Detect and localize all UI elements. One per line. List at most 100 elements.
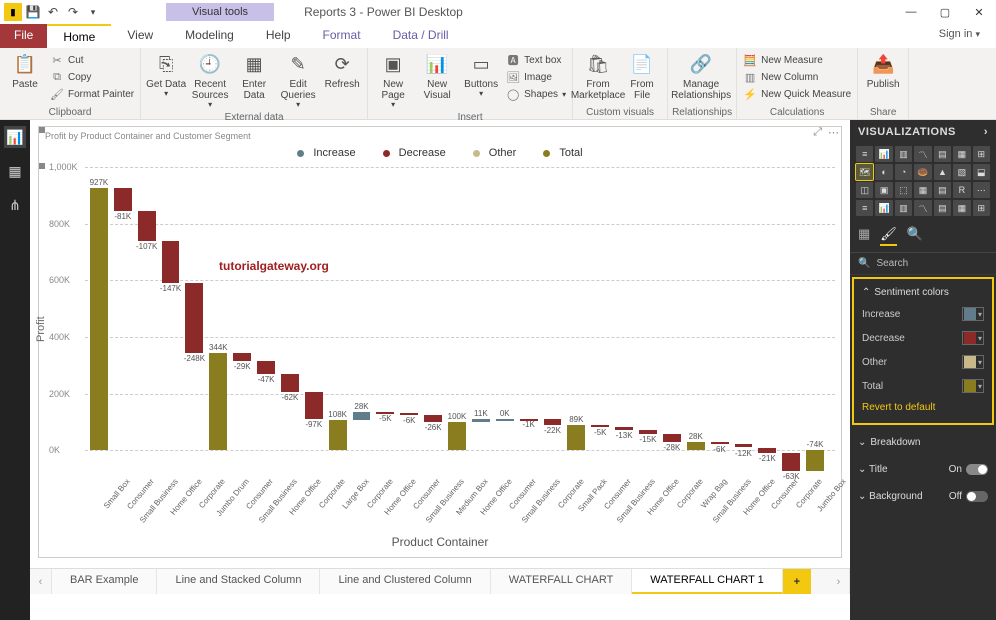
waterfall-bar[interactable] (735, 444, 753, 447)
tab-view[interactable]: View (111, 24, 169, 48)
waterfall-bar[interactable] (90, 188, 108, 451)
model-view-icon[interactable]: ⋔ (4, 194, 26, 216)
decrease-color-picker[interactable]: ▾ (962, 331, 984, 345)
viz-type-icon[interactable]: ▦ (953, 200, 970, 216)
viz-type-icon[interactable]: ▥ (895, 146, 912, 162)
viz-type-icon[interactable]: ▤ (934, 146, 951, 162)
viz-type-icon[interactable]: ▧ (953, 164, 970, 180)
waterfall-bar[interactable] (544, 419, 562, 425)
waterfall-bar[interactable] (448, 422, 466, 450)
from-file-button[interactable]: 📄From File (621, 50, 663, 101)
viz-type-icon[interactable]: ▤ (934, 182, 951, 198)
cut-button[interactable]: ✂Cut (48, 52, 136, 68)
viz-type-icon[interactable]: R (953, 182, 970, 198)
waterfall-bar[interactable] (353, 412, 371, 420)
redo-icon[interactable]: ↷ (64, 3, 82, 21)
background-toggle[interactable]: Off (949, 491, 988, 502)
get-data-button[interactable]: ⎘Get Data▾ (145, 50, 187, 99)
report-view-icon[interactable]: 📊 (4, 126, 26, 148)
waterfall-bar[interactable] (782, 453, 800, 471)
viz-type-icon[interactable]: 🍩 (914, 164, 931, 180)
format-search[interactable]: 🔍 Search (850, 253, 996, 275)
undo-icon[interactable]: ↶ (44, 3, 62, 21)
waterfall-bar[interactable] (496, 419, 514, 421)
waterfall-bar[interactable] (758, 448, 776, 454)
waterfall-bar[interactable] (663, 434, 681, 442)
new-quick-measure-button[interactable]: ⚡New Quick Measure (741, 86, 853, 102)
recent-sources-button[interactable]: 🕘Recent Sources▾ (189, 50, 231, 110)
enter-data-button[interactable]: ▦Enter Data (233, 50, 275, 101)
viz-type-icon[interactable]: ≡ (856, 146, 873, 162)
copy-button[interactable]: ⧉Copy (48, 69, 136, 85)
waterfall-bar[interactable] (185, 283, 203, 353)
page-tab[interactable]: Line and Stacked Column (157, 569, 320, 594)
viz-type-icon[interactable]: 〽 (914, 146, 931, 162)
image-button[interactable]: 🖼Image (504, 69, 568, 85)
increase-color-picker[interactable]: ▾ (962, 307, 984, 321)
viz-type-icon[interactable]: 📊 (875, 146, 892, 162)
page-prev-icon[interactable]: ‹ (30, 569, 52, 594)
tab-help[interactable]: Help (250, 24, 307, 48)
title-toggle[interactable]: On (949, 464, 988, 475)
waterfall-bar[interactable] (400, 413, 418, 415)
analytics-tab-icon[interactable]: 🔍 (907, 226, 923, 246)
waterfall-bar[interactable] (424, 415, 442, 422)
viz-type-icon[interactable]: 🗺 (856, 164, 873, 180)
viz-type-icon[interactable]: 📊 (875, 200, 892, 216)
title-section[interactable]: ⌄ Title On (856, 460, 990, 479)
tab-file[interactable]: File (0, 24, 47, 48)
tab-format[interactable]: Format (307, 24, 377, 48)
tab-modeling[interactable]: Modeling (169, 24, 250, 48)
refresh-button[interactable]: ⟳Refresh (321, 50, 363, 90)
new-measure-button[interactable]: 🧮New Measure (741, 52, 853, 68)
tab-home[interactable]: Home (47, 24, 111, 48)
viz-type-icon[interactable]: ▥ (895, 200, 912, 216)
total-color-picker[interactable]: ▾ (962, 379, 984, 393)
close-icon[interactable]: ✕ (962, 0, 996, 24)
waterfall-bar[interactable] (233, 353, 251, 361)
viz-type-icon[interactable]: ⬚ (895, 182, 912, 198)
waterfall-bar[interactable] (281, 374, 299, 392)
viz-type-icon[interactable]: ▣ (875, 182, 892, 198)
save-icon[interactable]: 💾 (24, 3, 42, 21)
waterfall-bar[interactable] (472, 419, 490, 422)
visual-frame[interactable]: ⤢ ⋯ Profit by Product Container and Cust… (38, 126, 842, 558)
viz-type-icon[interactable]: ▲ (934, 164, 951, 180)
other-color-picker[interactable]: ▾ (962, 355, 984, 369)
buttons-button[interactable]: ▭Buttons▾ (460, 50, 502, 99)
maximize-icon[interactable]: ▢ (928, 0, 962, 24)
waterfall-bar[interactable] (114, 188, 132, 211)
format-tab-icon[interactable]: 🖌 (880, 226, 897, 246)
waterfall-bar[interactable] (305, 392, 323, 419)
waterfall-bar[interactable] (711, 442, 729, 444)
format-painter-button[interactable]: 🖌Format Painter (48, 86, 136, 102)
viz-type-icon[interactable]: ▦ (914, 182, 931, 198)
sentiment-head[interactable]: ⌃Sentiment colors (860, 283, 986, 302)
qat-dropdown-icon[interactable]: ▾ (84, 3, 102, 21)
sign-in-link[interactable]: Sign in ▾ (923, 24, 996, 48)
text-box-button[interactable]: 🅰Text box (504, 52, 568, 68)
data-view-icon[interactable]: ▦ (4, 160, 26, 182)
focus-mode-icon[interactable]: ⤢ (813, 126, 822, 139)
background-section[interactable]: ⌄ Background Off (856, 487, 990, 506)
viz-type-icon[interactable]: ⊞ (973, 146, 990, 162)
add-page-button[interactable]: + (783, 569, 811, 594)
page-tab[interactable]: WATERFALL CHART (491, 569, 633, 594)
new-page-button[interactable]: ▣New Page▾ (372, 50, 414, 110)
waterfall-bar[interactable] (615, 427, 633, 431)
edit-queries-button[interactable]: ✎Edit Queries▾ (277, 50, 319, 110)
waterfall-bar[interactable] (639, 430, 657, 434)
waterfall-bar[interactable] (567, 425, 585, 450)
viz-type-icon[interactable]: 〽 (914, 200, 931, 216)
viz-type-icon[interactable]: ⋯ (973, 182, 990, 198)
viz-type-icon[interactable]: ▤ (934, 200, 951, 216)
waterfall-bar[interactable] (687, 442, 705, 450)
waterfall-bar[interactable] (257, 361, 275, 374)
from-marketplace-button[interactable]: 🛍From Marketplace (577, 50, 619, 101)
shapes-button[interactable]: ◯Shapes ▾ (504, 86, 568, 102)
publish-button[interactable]: 📤Publish (862, 50, 904, 90)
waterfall-bar[interactable] (806, 450, 824, 471)
page-next-icon[interactable]: › (828, 569, 850, 594)
minimize-icon[interactable]: — (894, 0, 928, 24)
revert-default-link[interactable]: Revert to default (860, 398, 986, 419)
